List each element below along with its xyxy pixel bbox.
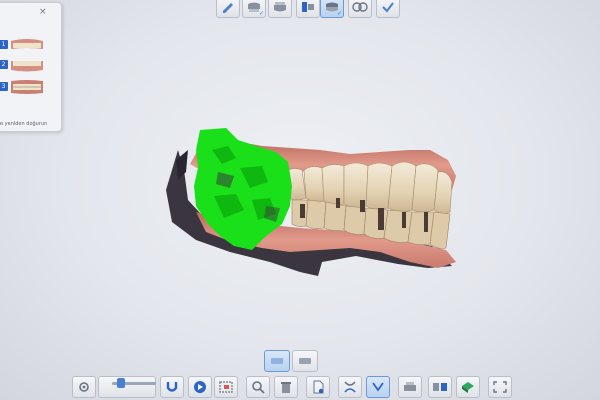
zoom-slider-thumb[interactable]: [117, 378, 126, 388]
jaw-active-button[interactable]: [366, 376, 390, 398]
zoom-slider-control[interactable]: [98, 376, 156, 398]
fullscreen-icon: [493, 381, 507, 393]
scan-number-badge: 2: [0, 60, 8, 69]
scan-item-upper[interactable]: 1: [0, 37, 55, 53]
zoom-icon: [252, 381, 265, 394]
occlusion-button[interactable]: ✓: [320, 0, 344, 18]
occlusion-analysis-icon: [352, 2, 368, 12]
printer-button[interactable]: [398, 376, 422, 398]
selection-tool-icon: [219, 381, 233, 393]
transfer-icon: [433, 383, 447, 391]
trash-button[interactable]: [274, 376, 298, 398]
view-lower-button[interactable]: [292, 350, 318, 372]
jaw-open-button[interactable]: [338, 376, 362, 398]
scan-item-lower[interactable]: 2: [0, 57, 55, 73]
scan-viewport[interactable]: [0, 0, 600, 400]
model-button[interactable]: [456, 376, 480, 398]
occlusion-analysis-button[interactable]: [348, 0, 372, 18]
confirm-button[interactable]: [376, 0, 400, 18]
close-icon[interactable]: ×: [39, 7, 49, 17]
view-upper-icon: [271, 358, 283, 364]
magnet-icon: [166, 382, 178, 392]
bite-scan-thumbnail: [11, 80, 43, 94]
settings-icon: [79, 382, 89, 392]
play-button[interactable]: [188, 376, 212, 398]
lower-jaw-button[interactable]: [268, 0, 292, 18]
jaw-active-icon: [372, 382, 384, 392]
model-icon: [462, 382, 474, 393]
scan-item-bite[interactable]: 3: [0, 79, 55, 95]
check-icon: ✓: [336, 10, 342, 17]
check-icon: ✓: [258, 10, 264, 17]
jaw-open-icon: [344, 381, 356, 393]
play-icon: [194, 381, 206, 393]
selection-tool-button[interactable]: [214, 376, 238, 398]
document-icon: [313, 380, 324, 394]
scan-bite-button[interactable]: [296, 0, 320, 18]
scan-list-panel: × 1 2 3 e yeniden doğurun: [0, 2, 62, 132]
pen-tool-icon: [223, 3, 233, 13]
transfer-button[interactable]: [428, 376, 452, 398]
settings-button[interactable]: [72, 376, 96, 398]
panel-caption: e yeniden doğurun: [0, 121, 48, 127]
scan-number-badge: 1: [0, 40, 8, 49]
view-lower-icon: [299, 358, 311, 364]
scan-bite-icon: [302, 2, 314, 12]
zoom-button[interactable]: [246, 376, 270, 398]
lower-jaw-icon: [274, 2, 286, 12]
magnet-button[interactable]: [160, 376, 184, 398]
upper-jaw-button[interactable]: ✓: [242, 0, 266, 18]
confirm-check-icon: [382, 2, 394, 13]
document-button[interactable]: [306, 376, 330, 398]
printer-icon: [404, 382, 416, 391]
upper-jaw-scan-thumbnail: [11, 39, 43, 49]
pen-tool-button[interactable]: [216, 0, 240, 18]
scan-number-badge: 3: [0, 82, 8, 91]
trash-icon: [281, 382, 291, 393]
fullscreen-button[interactable]: [488, 376, 512, 398]
lower-jaw-scan-thumbnail: [11, 61, 43, 72]
view-upper-button[interactable]: [264, 350, 290, 372]
